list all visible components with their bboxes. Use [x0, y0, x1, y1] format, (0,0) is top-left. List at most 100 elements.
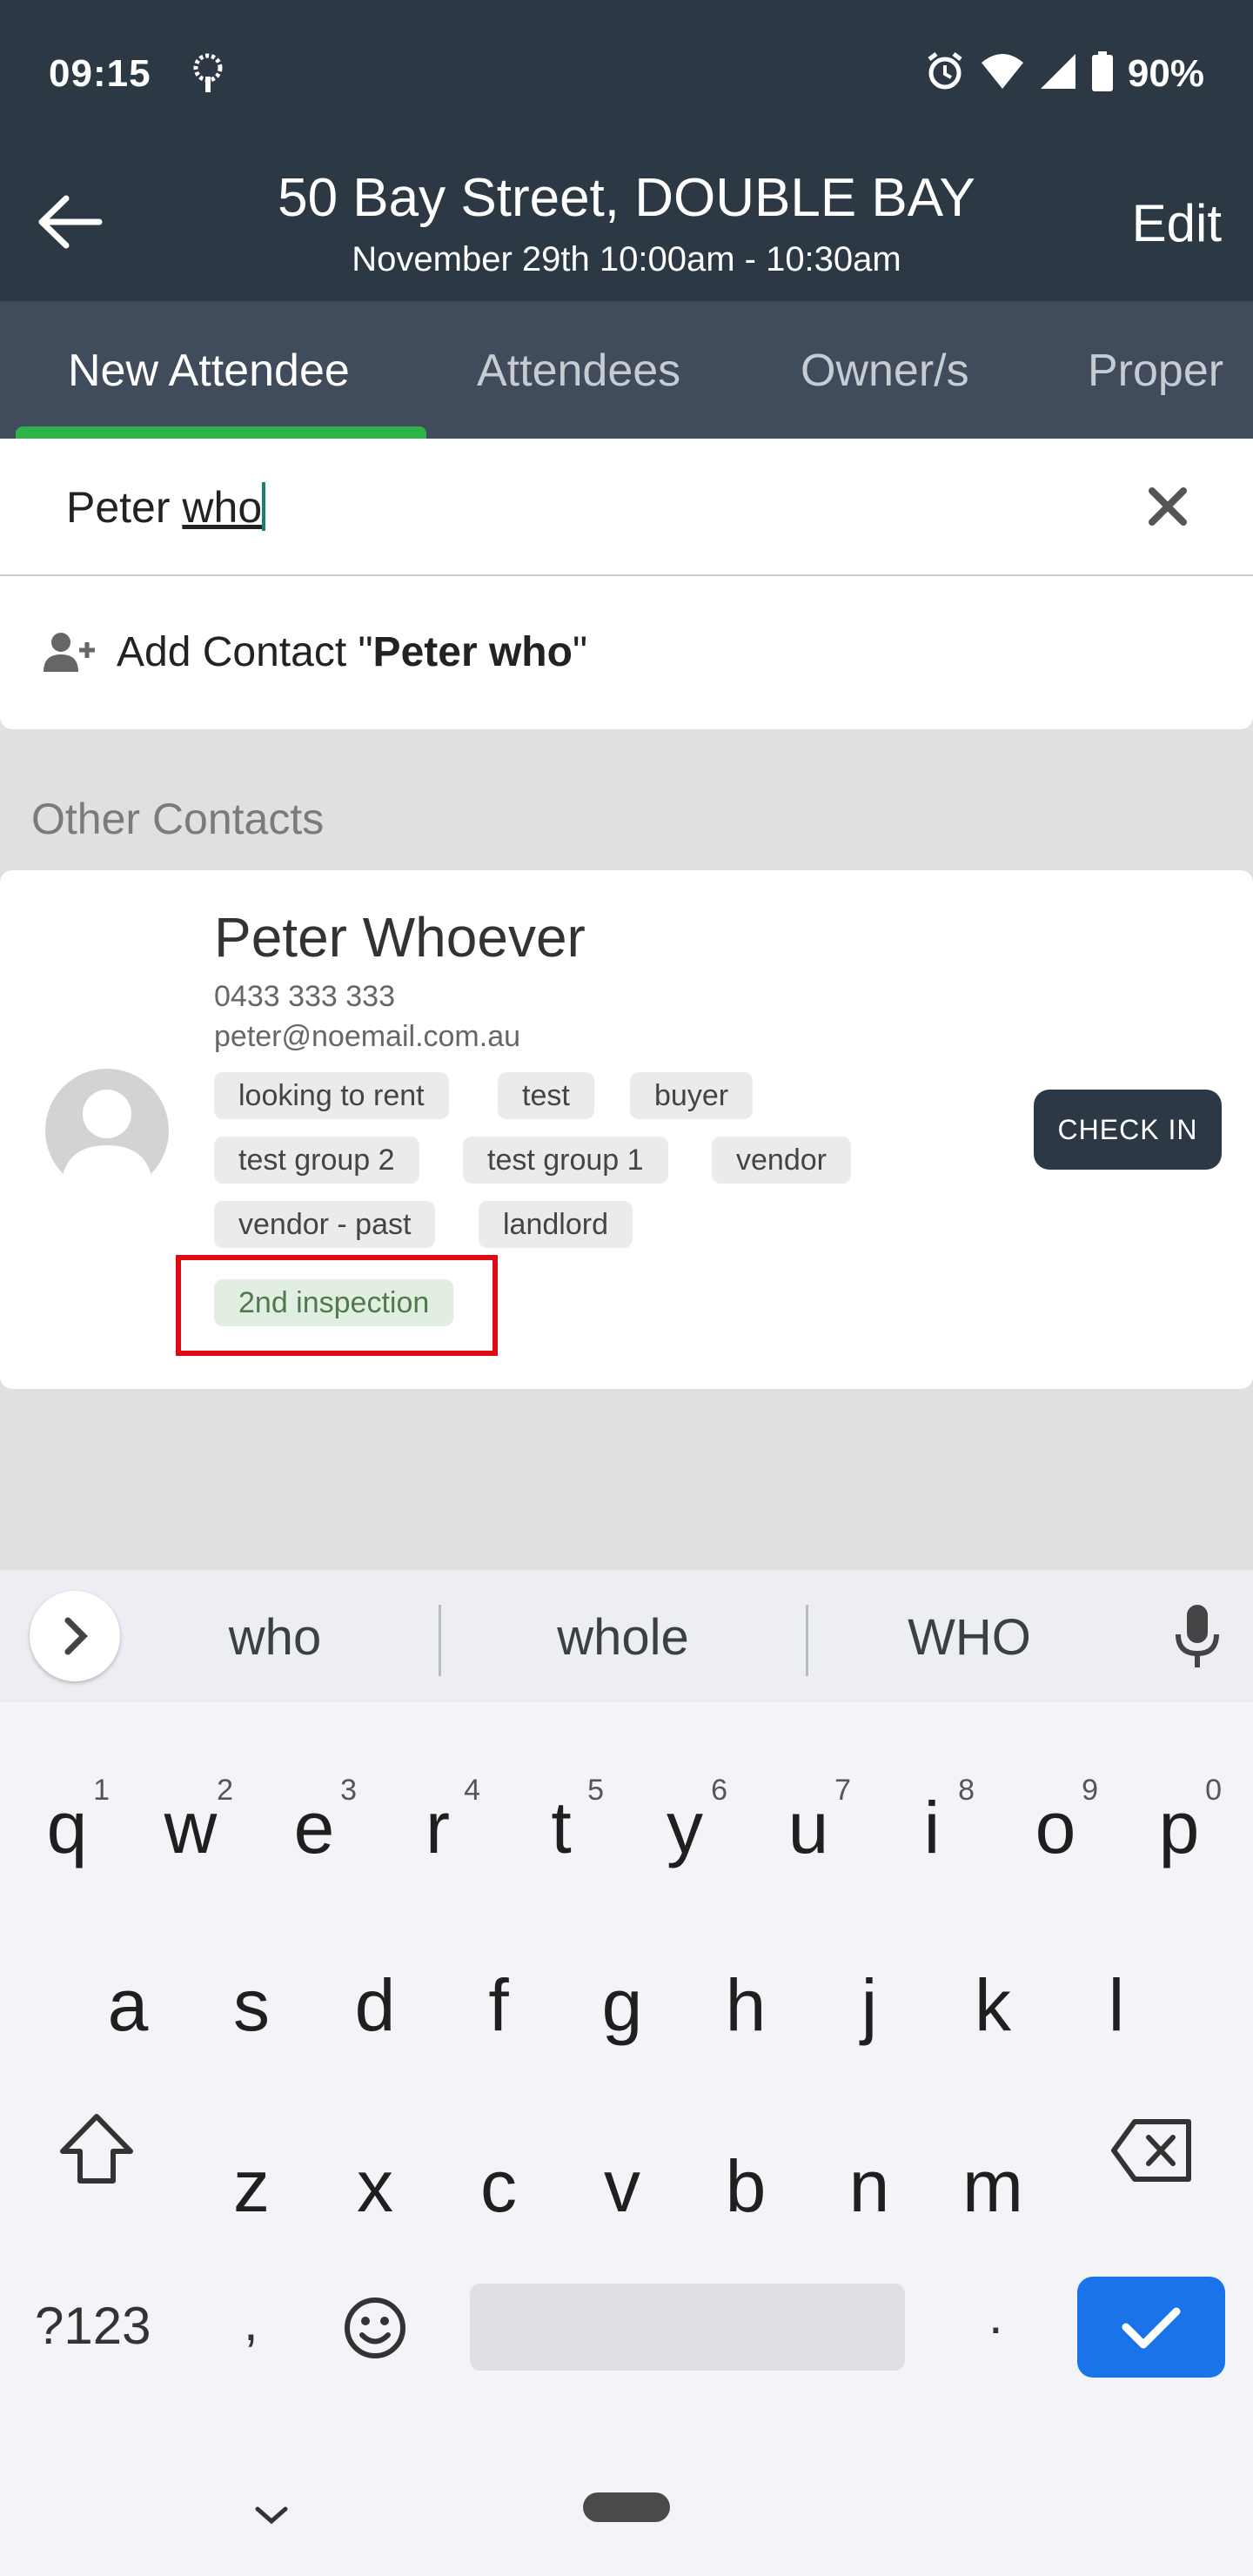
suggestion-word[interactable]: WHO	[839, 1608, 1100, 1667]
key-p[interactable]: p0	[1131, 1774, 1227, 1870]
contact-name: Peter Whoever	[214, 906, 586, 969]
key-i[interactable]: i8	[884, 1774, 980, 1870]
key-g[interactable]: g	[574, 1963, 670, 2048]
key-v[interactable]: v	[574, 2144, 670, 2229]
check-in-button[interactable]: CHECK IN	[1034, 1090, 1222, 1170]
text-caret	[262, 482, 266, 531]
tag: landlord	[479, 1201, 633, 1248]
key-hint: 0	[1205, 1774, 1222, 1807]
key-o[interactable]: o9	[1008, 1774, 1103, 1870]
key-hint: 6	[711, 1774, 727, 1807]
home-handle[interactable]	[583, 2492, 670, 2522]
space-bar[interactable]	[470, 2284, 905, 2371]
add-contact-label: Add Contact "Peter who"	[117, 628, 587, 676]
search-input[interactable]: Peter who	[66, 482, 266, 533]
tag: test	[498, 1072, 594, 1119]
chevron-right-icon[interactable]	[30, 1591, 120, 1681]
period-key[interactable]: .	[988, 2285, 1003, 2345]
key-n[interactable]: n	[821, 2144, 917, 2229]
key-u[interactable]: u7	[761, 1774, 856, 1870]
key-c[interactable]: c	[451, 2144, 546, 2229]
key-hint: 5	[587, 1774, 604, 1807]
contact-email: peter@noemail.com.au	[214, 1020, 521, 1053]
key-w[interactable]: w2	[143, 1774, 238, 1870]
key-l[interactable]: l	[1069, 1963, 1164, 2048]
keyboard: who whole WHO q1 w2 e3 r4 t5 y6 u7 i8 o9…	[0, 1570, 1253, 2576]
contact-phone: 0433 333 333	[214, 980, 395, 1013]
add-contact-button[interactable]: Add Contact "Peter who"	[0, 576, 1253, 729]
status-time: 09:15	[49, 52, 151, 95]
key-x[interactable]: x	[327, 2144, 423, 2229]
add-contact-suffix: "	[572, 629, 587, 675]
contact-card[interactable]: Peter Whoever 0433 333 333 peter@noemail…	[0, 870, 1253, 1389]
key-j[interactable]: j	[821, 1963, 917, 2048]
key-r[interactable]: r4	[390, 1774, 486, 1870]
page-subtitle: November 29th 10:00am - 10:30am	[352, 240, 901, 278]
key-hint: 7	[834, 1774, 851, 1807]
suggestion-word[interactable]: who	[144, 1608, 405, 1667]
key-hint: 9	[1082, 1774, 1098, 1807]
key-q[interactable]: q1	[19, 1774, 115, 1870]
key-b[interactable]: b	[698, 2144, 794, 2229]
tab-owners[interactable]: Owner/s	[801, 345, 969, 397]
key-hint: 3	[340, 1774, 357, 1807]
key-e[interactable]: e3	[266, 1774, 362, 1870]
status-bar: 09:15 90%	[0, 0, 1253, 148]
chevron-down-icon[interactable]	[252, 2480, 291, 2540]
key-k[interactable]: k	[945, 1963, 1041, 2048]
tab-property[interactable]: Proper	[1088, 345, 1223, 397]
symbols-key[interactable]: ?123	[35, 2296, 151, 2356]
key-t[interactable]: t5	[513, 1774, 609, 1870]
add-contact-name: Peter who	[372, 629, 573, 675]
key-h[interactable]: h	[698, 1963, 794, 2048]
suggestion-divider	[806, 1605, 808, 1676]
key-label: o	[1035, 1787, 1076, 1868]
key-z[interactable]: z	[204, 2144, 299, 2229]
comma-key[interactable]: ,	[244, 2292, 258, 2352]
battery-icon	[1091, 51, 1114, 96]
add-user-icon	[44, 630, 96, 680]
key-a[interactable]: a	[80, 1963, 176, 2048]
suggestion-divider	[439, 1605, 441, 1676]
emoji-icon[interactable]	[343, 2296, 407, 2372]
key-label: y	[667, 1787, 703, 1868]
signal-icon	[1039, 52, 1077, 95]
key-y[interactable]: y6	[637, 1774, 733, 1870]
tag: buyer	[630, 1072, 754, 1119]
suggestion-word[interactable]: whole	[492, 1608, 754, 1667]
key-f[interactable]: f	[451, 1963, 546, 2048]
clear-icon[interactable]	[1143, 482, 1192, 531]
microphone-icon[interactable]	[1173, 1603, 1222, 1674]
key-d[interactable]: d	[327, 1963, 423, 2048]
key-label: e	[293, 1787, 335, 1868]
tab-new-attendee[interactable]: New Attendee	[68, 345, 350, 397]
tag: vendor - past	[214, 1201, 436, 1248]
key-label: w	[164, 1787, 218, 1868]
battery-percent: 90%	[1127, 51, 1204, 95]
tag: looking to rent	[214, 1072, 449, 1119]
highlight-box	[176, 1255, 498, 1356]
key-label: u	[787, 1787, 829, 1868]
tree-icon	[186, 52, 230, 100]
edit-button[interactable]: Edit	[1132, 193, 1222, 253]
search-text-composing: who	[182, 483, 263, 532]
add-contact-prefix: Add Contact "	[117, 629, 373, 675]
key-label: r	[425, 1787, 450, 1868]
tag: vendor	[712, 1137, 851, 1184]
tab-bar: New Attendee Attendees Owner/s Proper	[0, 301, 1253, 439]
backspace-icon[interactable]	[1110, 2118, 1194, 2195]
active-tab-indicator	[16, 426, 426, 439]
search-row: Peter who	[0, 439, 1253, 576]
tag: test group 2	[214, 1137, 419, 1184]
avatar	[45, 1069, 169, 1192]
shift-icon[interactable]	[57, 2111, 136, 2198]
key-s[interactable]: s	[204, 1963, 299, 2048]
key-hint: 2	[217, 1774, 233, 1807]
key-hint: 4	[464, 1774, 480, 1807]
tab-attendees[interactable]: Attendees	[477, 345, 680, 397]
page-title: 50 Bay Street, DOUBLE BAY	[278, 168, 975, 228]
key-m[interactable]: m	[945, 2144, 1041, 2229]
enter-button[interactable]	[1077, 2277, 1225, 2378]
key-hint: 1	[93, 1774, 110, 1807]
key-label: i	[923, 1787, 941, 1868]
